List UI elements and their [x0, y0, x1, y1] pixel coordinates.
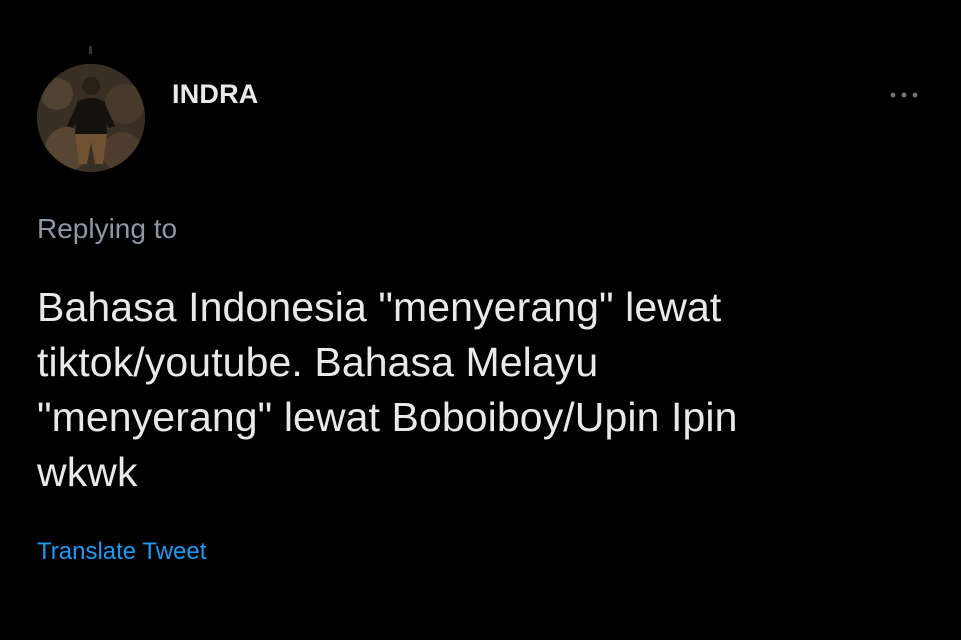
more-options-button[interactable] — [884, 80, 924, 110]
tweet-card: INDRA Replying to Bahasa Indonesia "meny… — [0, 0, 961, 640]
translate-tweet-link[interactable]: Translate Tweet — [37, 538, 206, 566]
thread-line — [89, 46, 92, 54]
more-horizontal-icon — [890, 92, 918, 98]
author-display-name[interactable]: INDRA — [172, 79, 259, 110]
avatar[interactable] — [37, 64, 145, 172]
replying-to-label: Replying to — [37, 213, 178, 244]
user-photo-avatar-icon — [37, 64, 145, 172]
tweet-text: Bahasa Indonesia "menyerang" lewat tikto… — [37, 284, 738, 495]
